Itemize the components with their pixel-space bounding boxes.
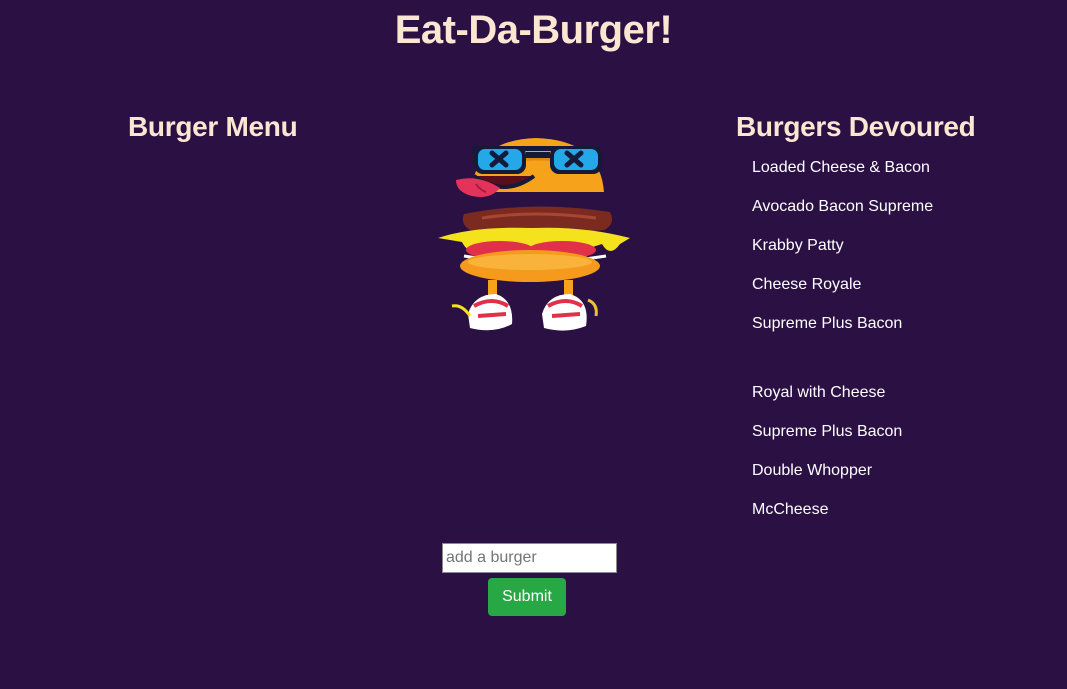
list-item: Supreme Plus Bacon (752, 315, 903, 332)
devoured-list: Loaded Cheese & Bacon Avocado Bacon Supr… (752, 0, 1052, 689)
list-item: Avocado Bacon Supreme (752, 198, 934, 215)
list-item: Loaded Cheese & Bacon (752, 159, 930, 176)
burger-menu-title: Burger Menu (128, 111, 298, 142)
submit-button[interactable]: Submit (488, 578, 566, 616)
list-item: Krabby Patty (752, 237, 844, 254)
list-item: Double Whopper (752, 462, 873, 479)
burger-mascot-icon (434, 134, 634, 340)
list-item: Supreme Plus Bacon (752, 423, 903, 440)
list-item: Royal with Cheese (752, 384, 886, 401)
list-item: Cheese Royale (752, 276, 862, 293)
list-item: McCheese (752, 501, 829, 518)
add-burger-input[interactable] (442, 543, 617, 573)
